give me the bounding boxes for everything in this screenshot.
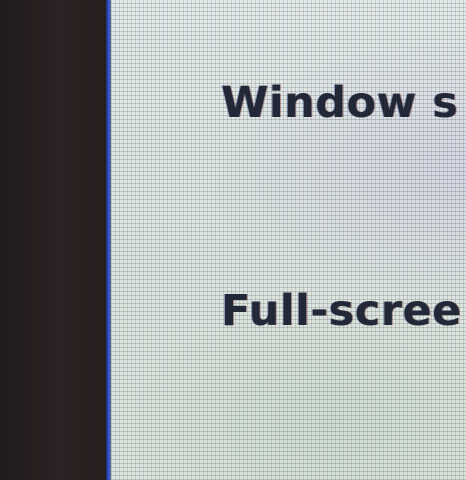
- settings-screen: Window s Full-scree: [111, 0, 466, 480]
- photo-of-monitor: Window s Full-scree: [0, 0, 466, 480]
- window-size-option[interactable]: Window s: [221, 78, 458, 128]
- monitor-bezel: [0, 0, 108, 480]
- full-screen-option[interactable]: Full-scree: [221, 286, 462, 336]
